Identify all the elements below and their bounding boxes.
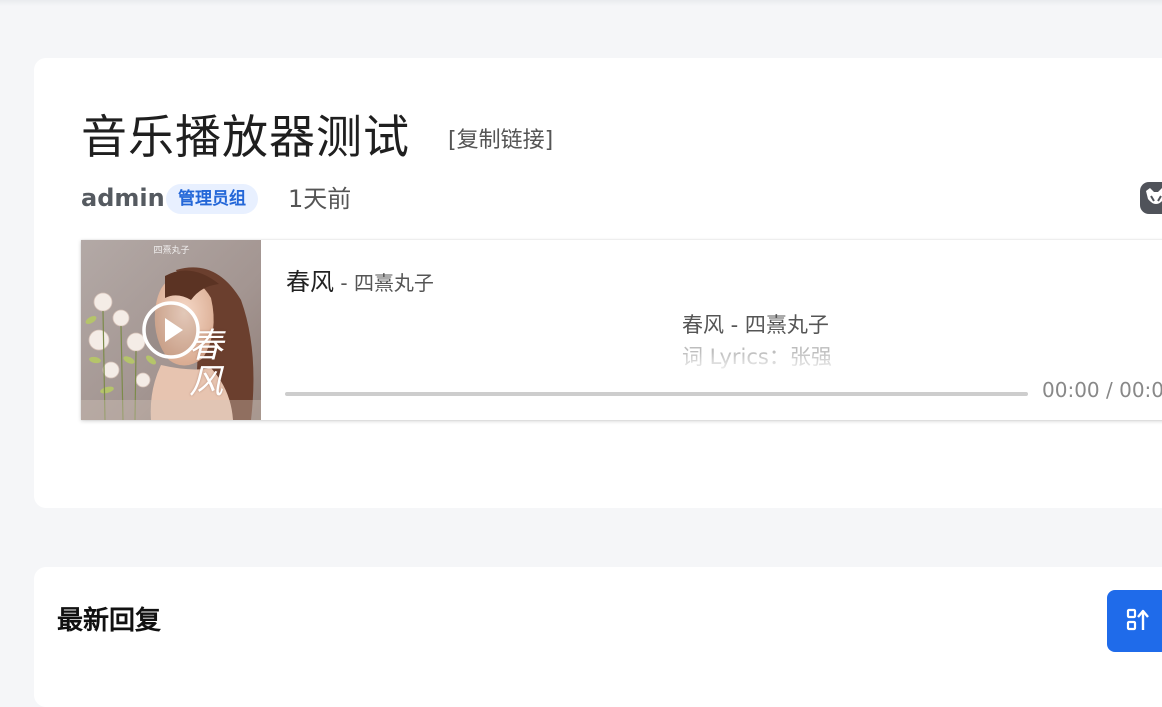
album-cover: 四熹丸子 春风: [81, 240, 261, 420]
lyric-current-line: 春风 - 四熹丸子: [682, 313, 829, 337]
track-separator: -: [334, 271, 354, 295]
replies-card: [34, 567, 1162, 707]
track-info: 春风 - 四熹丸子: [286, 266, 434, 299]
replies-title: 最新回复: [57, 606, 162, 636]
sort-button[interactable]: [1107, 590, 1162, 652]
time-display: 00:00 / 00:00: [1042, 378, 1162, 402]
progress-bar[interactable]: [285, 392, 1028, 396]
post-title: 音乐播放器测试: [81, 110, 410, 164]
track-title: 春风: [286, 268, 334, 296]
top-shadow: [0, 0, 1162, 6]
track-artist: 四熹丸子: [353, 271, 434, 295]
sort-icon: [1126, 608, 1149, 631]
post-time: 1天前: [288, 185, 352, 213]
play-icon: [142, 301, 200, 359]
cover-top-text: 四熹丸子: [153, 246, 190, 256]
author-name[interactable]: admin: [81, 182, 165, 214]
music-player: 四熹丸子 春风 春风 - 四熹丸子 春风 - 四熹丸子 词 Lyrics：张强 …: [81, 240, 1162, 420]
lyric-next-line: 词 Lyrics：张强: [682, 345, 832, 369]
group-badge: 管理员组: [166, 184, 258, 214]
copy-link-button[interactable]: [复制链接]: [448, 126, 553, 156]
play-button[interactable]: [141, 300, 201, 360]
share-icon[interactable]: [1140, 182, 1162, 214]
